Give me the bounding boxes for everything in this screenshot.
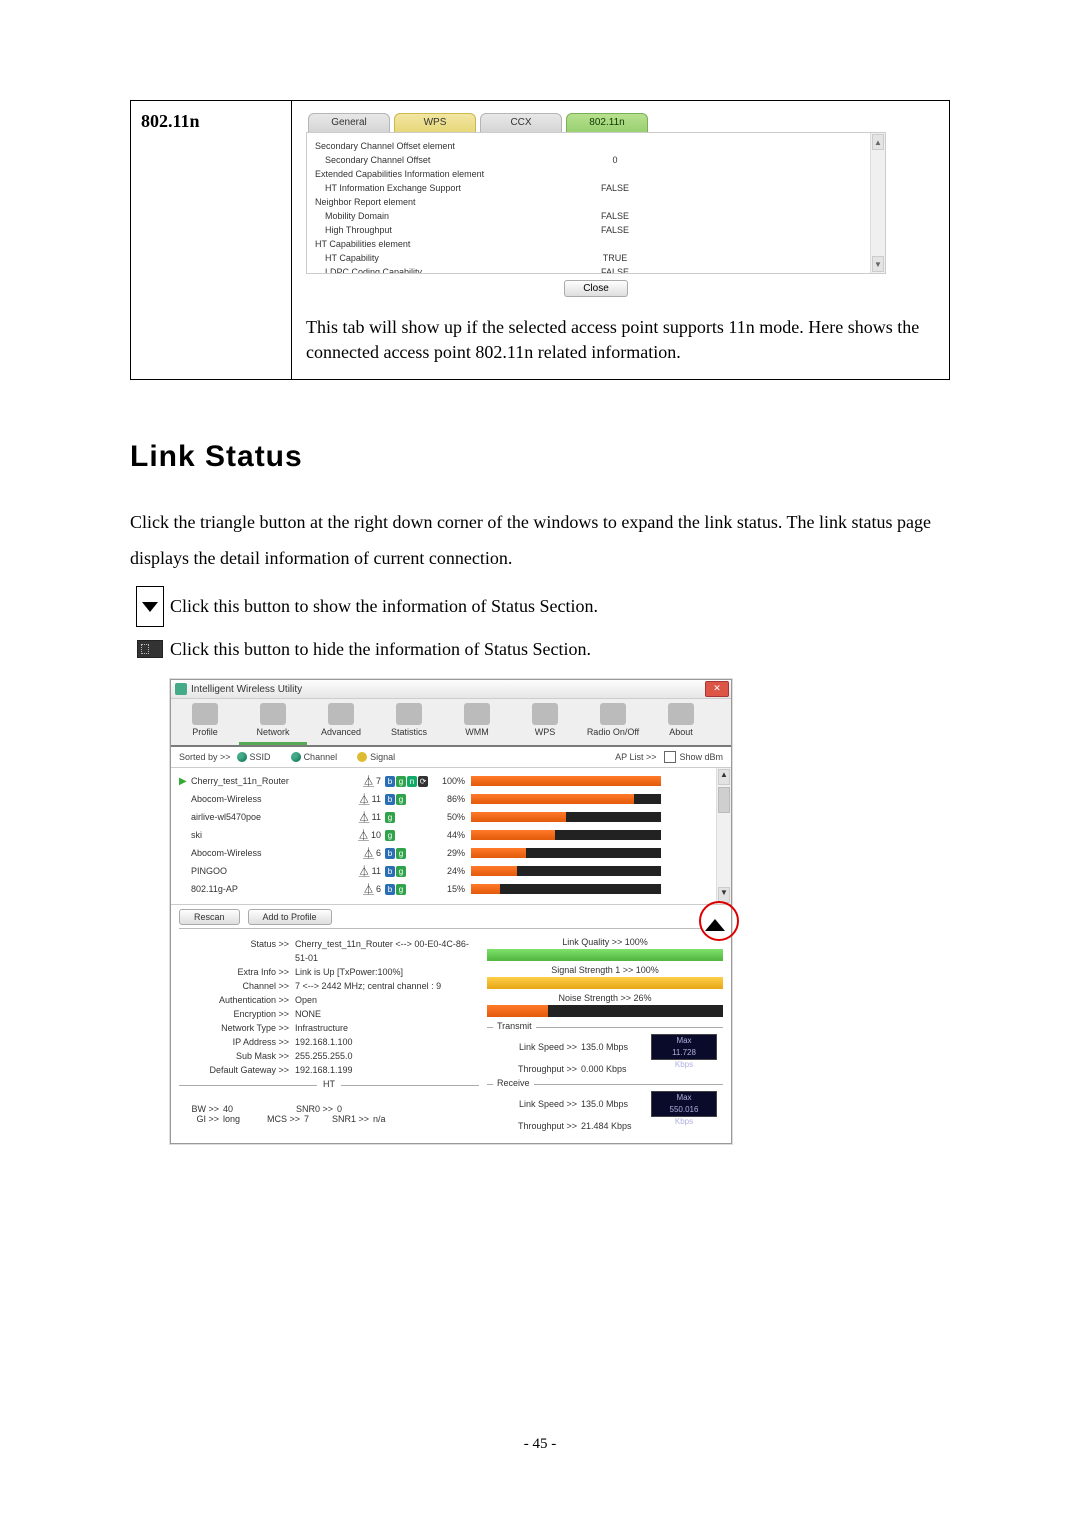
tx-max-box: Max11.728Kbps (651, 1034, 717, 1060)
ap-list: ▶Cherry_test_11n_Router⏅7bgn⟳100%Abocom-… (171, 768, 731, 905)
app-icon (175, 683, 187, 695)
collapse-icon (130, 640, 170, 658)
ap-list-label: AP List >> (615, 752, 656, 762)
ap-row[interactable]: 802.11g-AP⏅6bg15% (179, 880, 715, 898)
page-footer: - 45 - (0, 1436, 1080, 1453)
info-row: Mobility DomainFALSE (315, 209, 877, 223)
main-tabs: ProfileNetworkAdvancedStatisticsWMMWPSRa… (171, 699, 731, 747)
status-row: Authentication >>Open (179, 993, 479, 1007)
n-description: This tab will show up if the selected ac… (306, 315, 935, 365)
info-row: HT Capabilities element (315, 237, 877, 251)
info-row: Secondary Channel Offset0 (315, 153, 877, 167)
window-titlebar: Intelligent Wireless Utility ✕ (171, 680, 731, 699)
section-label: 802.11n (131, 101, 292, 379)
n-tabs: General WPS CCX 802.11n (306, 111, 886, 133)
sort-bar: Sorted by >> SSID Channel Signal AP List… (171, 747, 731, 768)
bullet-show: Click this button to show the informatio… (130, 586, 950, 626)
info-row: High ThroughputFALSE (315, 223, 877, 237)
tab-wps[interactable]: WPS (511, 699, 579, 745)
status-row: Channel >>7 <--> 2442 MHz; central chann… (179, 979, 479, 993)
tab-wps[interactable]: WPS (394, 113, 476, 133)
section-80211n: 802.11n General WPS CCX 802.11n Secondar… (130, 100, 950, 380)
status-row: IP Address >>192.168.1.100 (179, 1035, 479, 1049)
status-panel: Status >>Cherry_test_11n_Router <--> 00-… (171, 929, 731, 1143)
sorted-by-label: Sorted by >> (179, 752, 231, 762)
ap-row[interactable]: airlive-wl5470poe⏅11g50% (179, 808, 715, 826)
tab-network[interactable]: Network (239, 699, 307, 745)
ap-row[interactable]: ▶Cherry_test_11n_Router⏅7bgn⟳100% (179, 772, 715, 790)
add-to-profile-button[interactable]: Add to Profile (248, 909, 332, 925)
tab-about[interactable]: About (647, 699, 715, 745)
status-row: Sub Mask >>255.255.255.0 (179, 1049, 479, 1063)
ht-separator: HT (179, 1085, 479, 1096)
show-dbm[interactable]: Show dBm (664, 751, 723, 763)
n-panel: General WPS CCX 802.11n Secondary Channe… (306, 111, 886, 303)
window-close-icon[interactable]: ✕ (705, 681, 729, 697)
status-row: Extra Info >>Link is Up [TxPower:100%] (179, 965, 479, 979)
status-row: Status >>Cherry_test_11n_Router <--> 00-… (179, 937, 479, 965)
sort-signal[interactable]: Signal (357, 752, 395, 762)
intro-text: Click the triangle button at the right d… (130, 504, 950, 576)
info-row: Neighbor Report element (315, 195, 877, 209)
link-quality-meter: Link Quality >> 100% (487, 937, 723, 961)
noise-strength-meter: Noise Strength >> 26% (487, 993, 723, 1017)
info-row: LDPC Coding CapabilityFALSE (315, 265, 877, 274)
status-row: Network Type >>Infrastructure (179, 1021, 479, 1035)
info-row: Extended Capabilities Information elemen… (315, 167, 877, 181)
tab-80211n[interactable]: 802.11n (566, 113, 648, 133)
tab-advanced[interactable]: Advanced (307, 699, 375, 745)
scrollbar[interactable]: ▲ ▼ (870, 133, 885, 273)
ap-row[interactable]: PINGOO⏅11bg24% (179, 862, 715, 880)
signal-strength-meter: Signal Strength 1 >> 100% (487, 965, 723, 989)
scrollbar[interactable]: ▲ ▼ (716, 768, 731, 904)
tab-profile[interactable]: Profile (171, 699, 239, 745)
scroll-up-icon[interactable]: ▲ (872, 134, 884, 150)
transmit-group: Transmit Link Speed >>135.0 Mbps Max11.7… (487, 1027, 723, 1074)
rx-max-box: Max550.016Kbps (651, 1091, 717, 1117)
info-row: HT Information Exchange SupportFALSE (315, 181, 877, 195)
info-row: HT CapabilityTRUE (315, 251, 877, 265)
bullet-hide: Click this button to hide the informatio… (130, 633, 950, 665)
tab-radio-on-off[interactable]: Radio On/Off (579, 699, 647, 745)
rescan-button[interactable]: Rescan (179, 909, 240, 925)
tab-wmm[interactable]: WMM (443, 699, 511, 745)
n-body: Secondary Channel Offset elementSecondar… (306, 132, 886, 274)
highlight-circle (699, 901, 739, 941)
tab-ccx[interactable]: CCX (480, 113, 562, 133)
window-title: Intelligent Wireless Utility (191, 684, 302, 695)
receive-group: Receive Link Speed >>135.0 Mbps Max550.0… (487, 1084, 723, 1131)
button-bar: Rescan Add to Profile (171, 905, 731, 929)
ap-row[interactable]: Abocom-Wireless⏅6bg29% (179, 844, 715, 862)
status-row: Default Gateway >>192.168.1.199 (179, 1063, 479, 1077)
tab-statistics[interactable]: Statistics (375, 699, 443, 745)
close-button[interactable]: Close (564, 280, 628, 297)
ap-row[interactable]: Abocom-Wireless⏅11bg86% (179, 790, 715, 808)
scroll-down-icon[interactable]: ▼ (872, 256, 884, 272)
status-row: Encryption >>NONE (179, 1007, 479, 1021)
utility-window: Intelligent Wireless Utility ✕ ProfileNe… (170, 679, 732, 1144)
sort-ssid[interactable]: SSID (237, 752, 271, 762)
info-row: Secondary Channel Offset element (315, 139, 877, 153)
sort-channel[interactable]: Channel (291, 752, 338, 762)
scroll-up-icon[interactable]: ▲ (718, 769, 730, 785)
tab-general[interactable]: General (308, 113, 390, 133)
expand-down-icon (130, 586, 170, 626)
ap-row[interactable]: ski⏅10g44% (179, 826, 715, 844)
heading-link-status: Link Status (130, 440, 950, 474)
